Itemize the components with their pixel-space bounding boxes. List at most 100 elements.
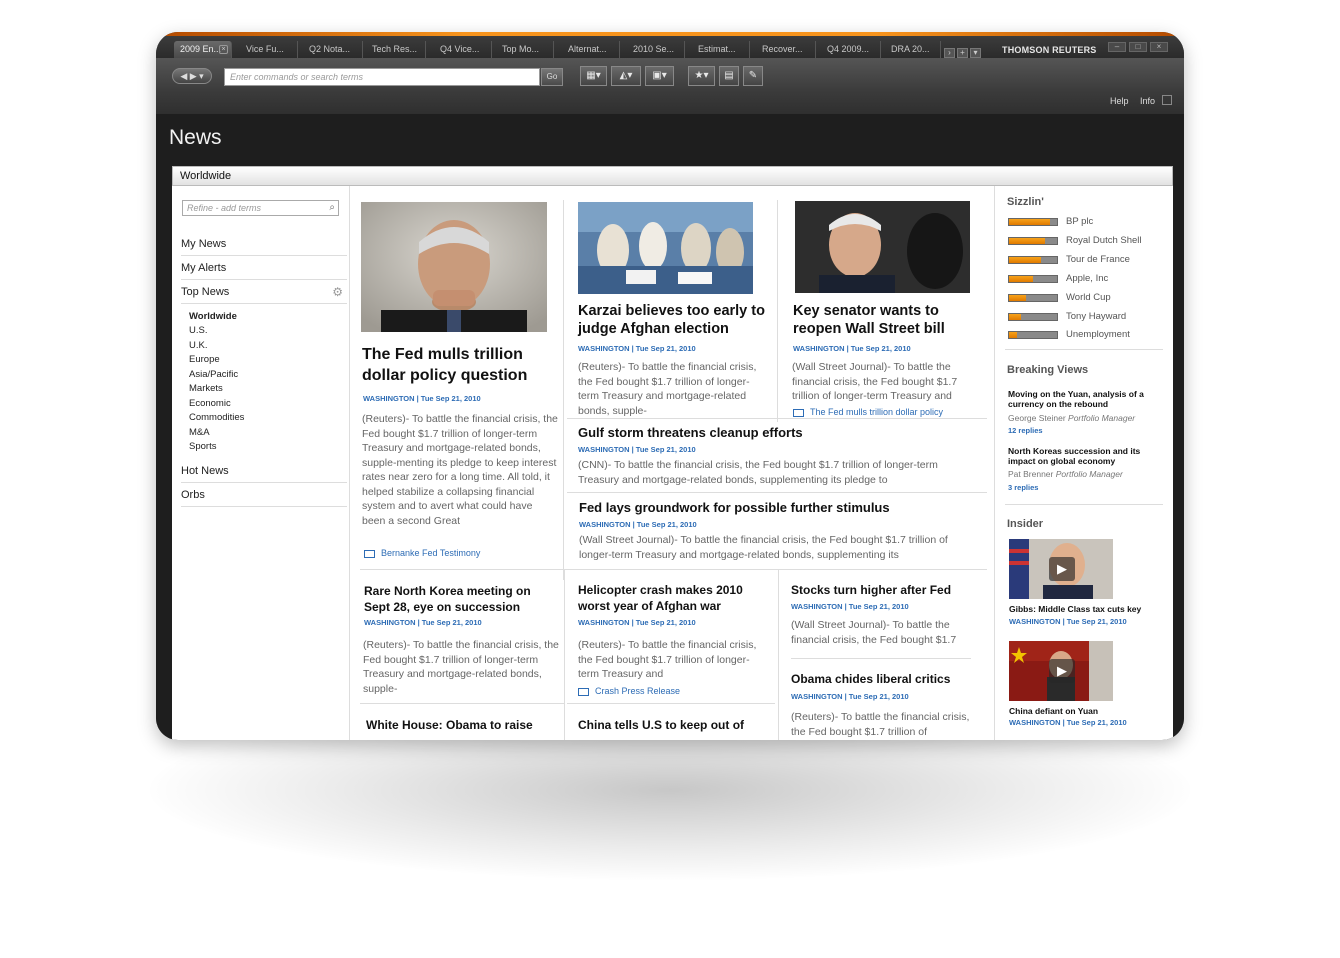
breaking-view-author: George Steiner Portfolio Manager [1008, 413, 1135, 423]
dateline-fed: WASHINGTON | Tue Sep 21, 2010 [363, 394, 481, 403]
chart-icon[interactable]: ◭▾ [611, 66, 641, 86]
subitem-europe[interactable]: Europe [189, 354, 220, 365]
subitem-ma[interactable]: M&A [189, 427, 210, 438]
sidebar-item-my-alerts[interactable]: My Alerts [181, 262, 347, 280]
headline-obama-chides[interactable]: Obama chides liberal critics [791, 672, 950, 686]
headline-whitehouse[interactable]: White House: Obama to raise [366, 718, 533, 732]
gear-icon[interactable]: ⚙ [332, 285, 343, 299]
tab-11[interactable]: DRA 20... [885, 41, 941, 58]
sidebar-item-top-news[interactable]: Top News ⚙ [181, 285, 347, 304]
subitem-us[interactable]: U.S. [189, 325, 207, 336]
dateline-karzai: WASHINGTON | Tue Sep 21, 2010 [578, 344, 696, 353]
play-icon[interactable]: ▶ [1049, 557, 1075, 581]
close-window-icon[interactable]: × [1150, 42, 1168, 52]
related-label: Crash Press Release [595, 686, 681, 696]
tab-2[interactable]: Q2 Nota... [303, 41, 363, 58]
tab-label: Tech Res... [372, 44, 418, 54]
search-icon[interactable]: ⌕ [329, 202, 335, 213]
back-forward-button[interactable]: ◀ ▶ ▾ [172, 68, 212, 84]
close-tab-icon[interactable]: × [219, 45, 228, 54]
breaking-view-replies[interactable]: 12 replies [1008, 426, 1043, 435]
sizzlin-label: Apple, Inc [1066, 273, 1109, 284]
tab-label: Q4 Vice... [440, 44, 480, 54]
tab-6[interactable]: Alternat... [562, 41, 620, 58]
sidebar-item-hot-news[interactable]: Hot News [181, 465, 347, 483]
related-link-fed-policy[interactable]: The Fed mulls trillion dollar policy [793, 407, 943, 417]
go-button[interactable]: Go [541, 68, 563, 86]
subitem-uk[interactable]: U.K. [189, 340, 207, 351]
help-link[interactable]: Help [1110, 96, 1129, 106]
photo-afghan-election[interactable] [578, 202, 753, 294]
breaking-view-title[interactable]: Moving on the Yuan, analysis of a curren… [1008, 389, 1158, 409]
headline-china[interactable]: China tells U.S to keep out of [578, 718, 744, 732]
section-bar: Worldwide [172, 166, 1173, 186]
row-divider [567, 492, 987, 493]
headline-stocks[interactable]: Stocks turn higher after Fed [791, 583, 951, 597]
insider-item-dateline: WASHINGTON | Tue Sep 21, 2010 [1009, 718, 1127, 727]
tab-7[interactable]: 2010 Se... [627, 41, 685, 58]
tools-wrench-icon[interactable]: ✎ [743, 66, 763, 86]
info-link[interactable]: Info [1140, 96, 1155, 106]
maximize-icon[interactable]: □ [1129, 42, 1147, 52]
tab-5[interactable]: Top Mo... [496, 41, 554, 58]
insider-item-title[interactable]: Gibbs: Middle Class tax cuts key [1009, 604, 1141, 614]
photo-bernanke[interactable] [361, 202, 547, 332]
headline-gulf[interactable]: Gulf storm threatens cleanup efforts [578, 425, 803, 440]
new-tab-icon[interactable]: + [957, 48, 968, 58]
refine-input[interactable]: Refine - add terms ⌕ [182, 200, 339, 216]
headline-korea[interactable]: Rare North Korea meeting on Sept 28, eye… [364, 583, 549, 615]
tab-9[interactable]: Recover... [756, 41, 816, 58]
sidebar-item-my-news[interactable]: My News [181, 238, 347, 256]
right-frame [1173, 166, 1184, 740]
sidebar-item-label: My Alerts [181, 262, 227, 274]
tab-bar: 2009 En... × Vice Fu... Q2 Nota... Tech R… [156, 36, 1184, 58]
play-icon[interactable]: ▶ [1049, 659, 1075, 683]
headline-stimulus[interactable]: Fed lays groundwork for possible further… [579, 500, 890, 515]
related-link-crash[interactable]: Crash Press Release [578, 686, 680, 696]
tab-scroll-right-icon[interactable]: › [944, 48, 955, 58]
insider-video-china[interactable]: ▶ [1009, 641, 1113, 701]
subitem-worldwide[interactable]: Worldwide [189, 311, 237, 322]
heat-bar-fill [1009, 257, 1041, 263]
insider-item-title[interactable]: China defiant on Yuan [1009, 706, 1098, 716]
sidebar-item-orbs[interactable]: Orbs [181, 489, 347, 507]
heat-bar-fill [1009, 314, 1021, 320]
headline-helicopter[interactable]: Helicopter crash makes 2010 worst year o… [578, 582, 763, 614]
tab-1[interactable]: Vice Fu... [240, 41, 298, 58]
breaking-view-replies[interactable]: 3 replies [1008, 483, 1038, 492]
info-dropdown-icon[interactable] [1162, 95, 1172, 105]
photo-senator[interactable] [795, 201, 970, 293]
sizzlin-title: Sizzlin' [1007, 196, 1044, 208]
refine-placeholder: Refine - add terms [187, 203, 262, 213]
tab-8[interactable]: Estimat... [692, 41, 750, 58]
subitem-markets[interactable]: Markets [189, 383, 223, 394]
sidebar-item-label: Orbs [181, 489, 205, 501]
headline-fed[interactable]: The Fed mulls trillion dollar policy que… [362, 344, 552, 386]
headline-karzai[interactable]: Karzai believes too early to judge Afgha… [578, 302, 768, 338]
tab-list-icon[interactable]: ▾ [970, 48, 981, 58]
tab-4[interactable]: Q4 Vice... [434, 41, 492, 58]
minimize-icon[interactable]: – [1108, 42, 1126, 52]
snippet-senator: (Wall Street Journal)- To battle the fin… [792, 361, 958, 402]
tab-3[interactable]: Tech Res... [366, 41, 426, 58]
tab-0[interactable]: 2009 En... × [174, 41, 232, 58]
snippet-stimulus: (Wall Street Journal)- To battle the fin… [579, 534, 948, 561]
breaking-view-title[interactable]: North Koreas succession and its impact o… [1008, 446, 1158, 466]
command-search-input[interactable]: Enter commands or search terms [224, 68, 540, 86]
heat-bar [1008, 275, 1058, 283]
page-header [156, 114, 1184, 166]
window-icon[interactable]: ▤ [719, 66, 739, 86]
subitem-sports[interactable]: Sports [189, 441, 216, 452]
grid-view-icon[interactable]: ▦▾ [580, 66, 607, 86]
subitem-economic[interactable]: Economic [189, 398, 231, 409]
row-divider [791, 658, 971, 659]
insider-video-gibbs[interactable]: ▶ [1009, 539, 1113, 599]
tab-label: Alternat... [568, 44, 607, 54]
subitem-asia-pacific[interactable]: Asia/Pacific [189, 369, 238, 380]
subitem-commodities[interactable]: Commodities [189, 412, 244, 423]
headline-senator[interactable]: Key senator wants to reopen Wall Street … [793, 302, 983, 338]
portfolio-icon[interactable]: ▣▾ [645, 66, 674, 86]
related-link-bernanke[interactable]: Bernanke Fed Testimony [364, 548, 480, 558]
favorites-star-icon[interactable]: ★▾ [688, 66, 715, 86]
tab-10[interactable]: Q4 2009... [821, 41, 881, 58]
